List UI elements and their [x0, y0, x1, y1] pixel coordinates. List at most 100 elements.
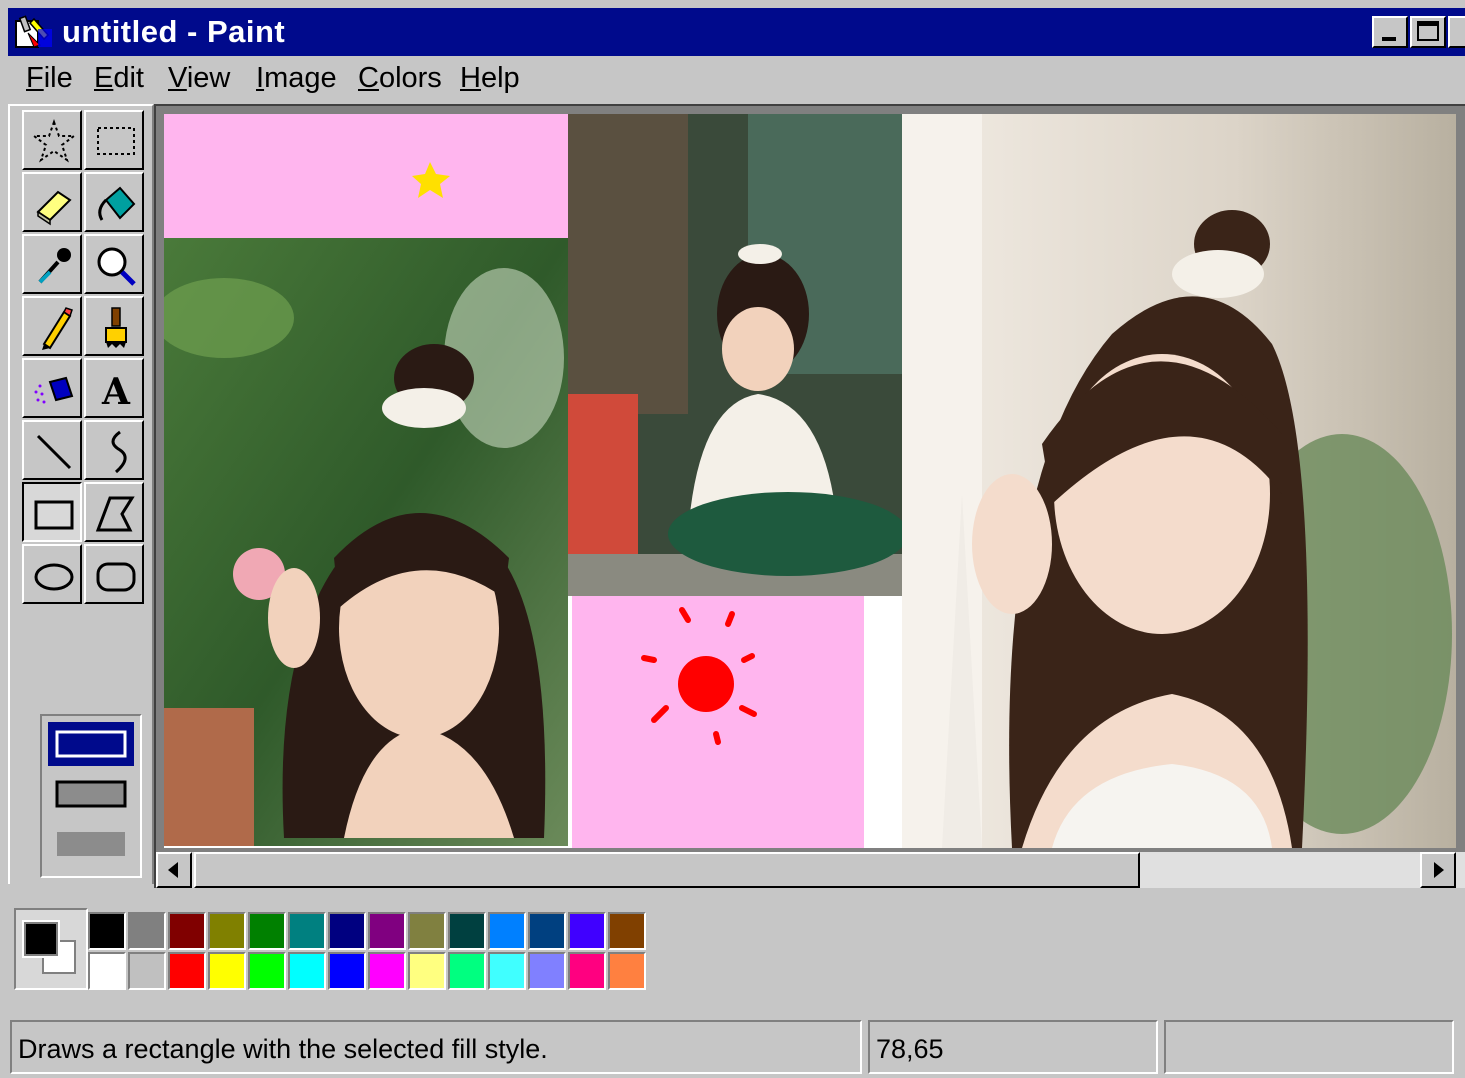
palette-swatch[interactable]: [528, 912, 566, 950]
maximize-button[interactable]: [1410, 16, 1446, 48]
palette-swatch[interactable]: [128, 952, 166, 990]
airbrush-tool[interactable]: [22, 358, 82, 418]
fill-with-color-tool[interactable]: [84, 172, 144, 232]
scrollbar-thumb[interactable]: [194, 852, 1140, 888]
rectangle-tool[interactable]: [22, 482, 82, 542]
window-title: untitled - Paint: [62, 14, 286, 49]
palette-swatch[interactable]: [528, 952, 566, 990]
fill-style-outline-and-fill[interactable]: [48, 772, 134, 816]
curve-tool[interactable]: [84, 420, 144, 480]
palette-swatch[interactable]: [408, 952, 446, 990]
brush-tool[interactable]: [84, 296, 144, 356]
polygon-tool[interactable]: [84, 482, 144, 542]
palette-swatch[interactable]: [128, 912, 166, 950]
scroll-right-button[interactable]: [1420, 852, 1456, 888]
photo-girl-with-flower: [164, 238, 568, 846]
toolbox: A: [8, 104, 154, 884]
color-palette: [8, 896, 1465, 996]
palette-swatch[interactable]: [448, 952, 486, 990]
pencil-icon: [42, 307, 73, 350]
palette-swatch[interactable]: [168, 912, 206, 950]
eraser-tool[interactable]: [22, 172, 82, 232]
palette-swatch[interactable]: [368, 952, 406, 990]
palette-swatch[interactable]: [448, 912, 486, 950]
ellipse-tool[interactable]: [22, 544, 82, 604]
scroll-left-button[interactable]: [156, 852, 192, 888]
palette-swatch[interactable]: [488, 912, 526, 950]
status-coordinates: 78,65: [868, 1020, 1158, 1074]
airbrush-icon: [34, 376, 74, 404]
svg-text:A: A: [101, 371, 131, 413]
menu-file[interactable]: File: [26, 62, 73, 95]
palette-swatch[interactable]: [248, 952, 286, 990]
close-button[interactable]: [1448, 16, 1465, 48]
magnifier-icon: [97, 247, 136, 286]
palette-swatch[interactable]: [568, 912, 606, 950]
minimize-button[interactable]: [1372, 16, 1408, 48]
palette-swatch[interactable]: [88, 912, 126, 950]
palette-swatch[interactable]: [608, 912, 646, 950]
magnifier-tool[interactable]: [84, 234, 144, 294]
paint-bucket-icon: [98, 186, 136, 221]
free-form-select-tool[interactable]: [22, 110, 82, 170]
pick-color-tool[interactable]: [22, 234, 82, 294]
palette-swatch[interactable]: [288, 952, 326, 990]
fill-style-options: [40, 714, 142, 878]
eraser-icon: [36, 190, 72, 226]
menu-edit[interactable]: Edit: [94, 62, 144, 95]
status-extra: [1164, 1020, 1454, 1074]
sun-doodle: [641, 607, 757, 745]
canvas-workspace: [154, 104, 1465, 888]
palette-swatch[interactable]: [608, 952, 646, 990]
star-select-icon: [31, 119, 77, 163]
horizontal-scrollbar[interactable]: [156, 852, 1465, 888]
line-icon: [36, 434, 72, 470]
title-bar[interactable]: untitled - Paint: [8, 8, 1465, 56]
eyedropper-icon: [38, 248, 71, 284]
palette-swatch[interactable]: [168, 952, 206, 990]
palette-swatch[interactable]: [88, 952, 126, 990]
pencil-tool[interactable]: [22, 296, 82, 356]
text-a-icon: A: [101, 371, 131, 413]
palette-swatch[interactable]: [408, 912, 446, 950]
photo-girl-at-table: [568, 114, 902, 596]
palette-swatch[interactable]: [328, 952, 366, 990]
palette-swatch[interactable]: [488, 952, 526, 990]
rounded-rectangle-tool[interactable]: [84, 544, 144, 604]
rounded-rectangle-icon: [96, 562, 136, 592]
foreground-color-swatch[interactable]: [22, 920, 60, 958]
arrow-left-icon: [168, 862, 178, 878]
paint-window: untitled - Paint File Edit View Image Co…: [0, 0, 1465, 1078]
star-doodle: [412, 162, 450, 198]
palette-swatch[interactable]: [208, 912, 246, 950]
curve-icon: [111, 430, 127, 474]
paint-app-icon[interactable]: [14, 15, 54, 49]
palette-swatch[interactable]: [568, 952, 606, 990]
pink-rectangle-bottom: [572, 596, 864, 848]
palette-swatch[interactable]: [368, 912, 406, 950]
pink-rectangle-top: [164, 114, 568, 238]
rectangle-select-tool[interactable]: [84, 110, 144, 170]
menu-view[interactable]: View: [168, 62, 230, 95]
photo-girl-behind-curtain: [902, 114, 1456, 848]
current-colors-box[interactable]: [14, 908, 88, 990]
ellipse-icon: [34, 563, 74, 591]
arrow-right-icon: [1434, 862, 1444, 878]
dashed-rectangle-icon: [97, 127, 135, 155]
rectangle-icon: [34, 500, 74, 530]
menu-help[interactable]: Help: [460, 62, 520, 95]
status-message: Draws a rectangle with the selected fill…: [10, 1020, 862, 1074]
palette-swatch[interactable]: [208, 952, 246, 990]
palette-swatch[interactable]: [248, 912, 286, 950]
menu-bar: File Edit View Image Colors Help: [8, 58, 1465, 102]
menu-image[interactable]: Image: [256, 62, 337, 95]
palette-swatch[interactable]: [328, 912, 366, 950]
fill-style-outline[interactable]: [48, 722, 134, 766]
status-bar: Draws a rectangle with the selected fill…: [8, 1018, 1465, 1076]
palette-swatch[interactable]: [288, 912, 326, 950]
line-tool[interactable]: [22, 420, 82, 480]
text-tool[interactable]: A: [84, 358, 144, 418]
fill-style-fill-only[interactable]: [48, 822, 134, 866]
menu-colors[interactable]: Colors: [358, 62, 442, 95]
drawing-canvas[interactable]: [164, 114, 1456, 848]
